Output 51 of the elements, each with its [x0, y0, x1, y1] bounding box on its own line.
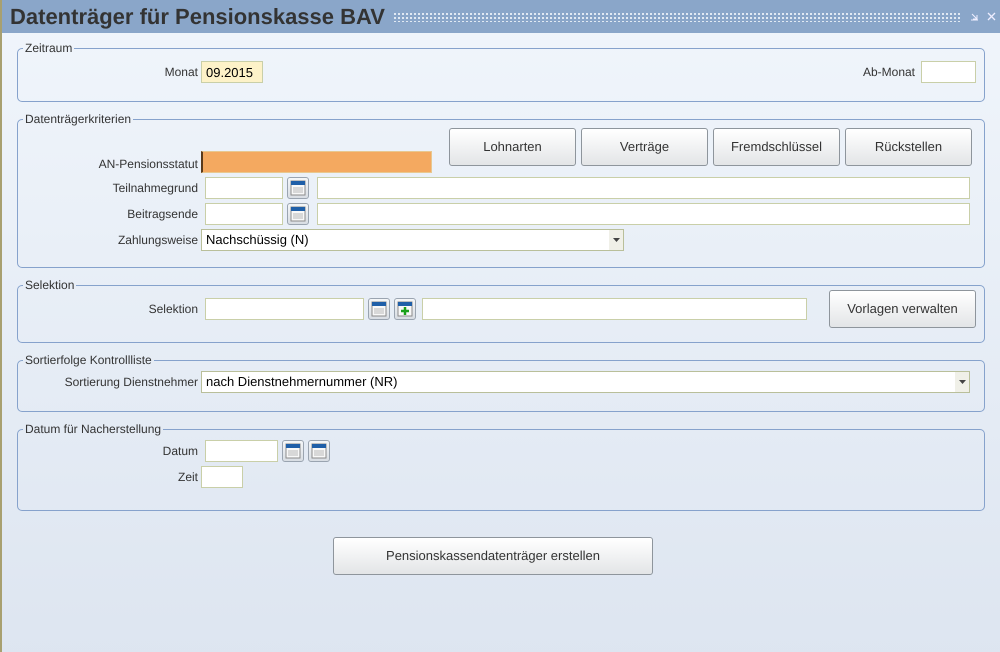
group-title: Sortierfolge Kontrollliste — [24, 352, 153, 369]
field-label: Beitragsende — [126, 206, 199, 223]
minimize-icon[interactable] — [970, 12, 979, 21]
field-label: Ab-Monat — [862, 64, 916, 81]
calendar-icon — [290, 180, 306, 196]
dropdown[interactable]: Nachschüssig (N) — [201, 229, 624, 251]
action-button[interactable]: Vorlagen verwalten — [829, 290, 976, 328]
from-month-field[interactable] — [921, 61, 976, 83]
group-title: Datenträgerkriterien — [24, 111, 132, 128]
selection-field[interactable] — [205, 298, 364, 320]
action-button[interactable]: Lohnarten — [449, 128, 576, 166]
code-field[interactable] — [205, 203, 283, 225]
group-title: Zeitraum — [24, 40, 74, 57]
field-label: Monat — [164, 64, 199, 81]
field-label: Sortierung Dienstnehmer — [64, 374, 199, 391]
action-button[interactable]: Fremdschlüssel — [713, 128, 840, 166]
pension-status-field[interactable] — [201, 151, 432, 173]
field-label: AN-Pensionsstatut — [98, 156, 199, 173]
calendar-button[interactable] — [287, 203, 309, 225]
add-calendar-button[interactable] — [394, 298, 416, 320]
dropdown[interactable]: nach Dienstnehmernummer (NR) — [201, 371, 970, 393]
group-title: Selektion — [24, 277, 76, 294]
calendar-icon — [371, 301, 387, 317]
selection-description-field[interactable] — [422, 298, 807, 320]
calendar-icon — [290, 206, 306, 222]
action-button[interactable]: Pensionskassendatenträger erstellen — [333, 537, 653, 575]
caret-icon — [612, 238, 620, 242]
field-label: Teilnahmegrund — [112, 180, 199, 197]
calendar-button[interactable] — [287, 177, 309, 199]
month-field[interactable]: 09.2015 — [201, 61, 263, 83]
calendar-icon — [311, 443, 327, 459]
window-title: Datenträger für Pensionskasse BAV — [10, 3, 385, 31]
calendar-button[interactable] — [282, 440, 304, 462]
calendar-button[interactable] — [308, 440, 330, 462]
action-button[interactable]: Rückstellen — [845, 128, 972, 166]
calendar-button[interactable] — [368, 298, 390, 320]
field-label: Zahlungsweise — [116, 232, 199, 249]
group-title: Datum für Nacherstellung — [24, 421, 162, 438]
calendar-plus-icon — [397, 301, 413, 317]
field-label: Datum — [162, 443, 199, 460]
close-icon[interactable] — [987, 12, 996, 21]
field-label: Selektion — [148, 301, 199, 318]
description-field[interactable] — [317, 203, 970, 225]
date-field[interactable] — [205, 440, 278, 462]
caret-icon — [958, 380, 966, 384]
action-button[interactable]: Verträge — [581, 128, 708, 166]
calendar-icon — [285, 443, 301, 459]
time-field[interactable] — [201, 466, 243, 488]
code-field[interactable] — [205, 177, 283, 199]
description-field[interactable] — [317, 177, 970, 199]
field-label: Zeit — [176, 469, 199, 486]
